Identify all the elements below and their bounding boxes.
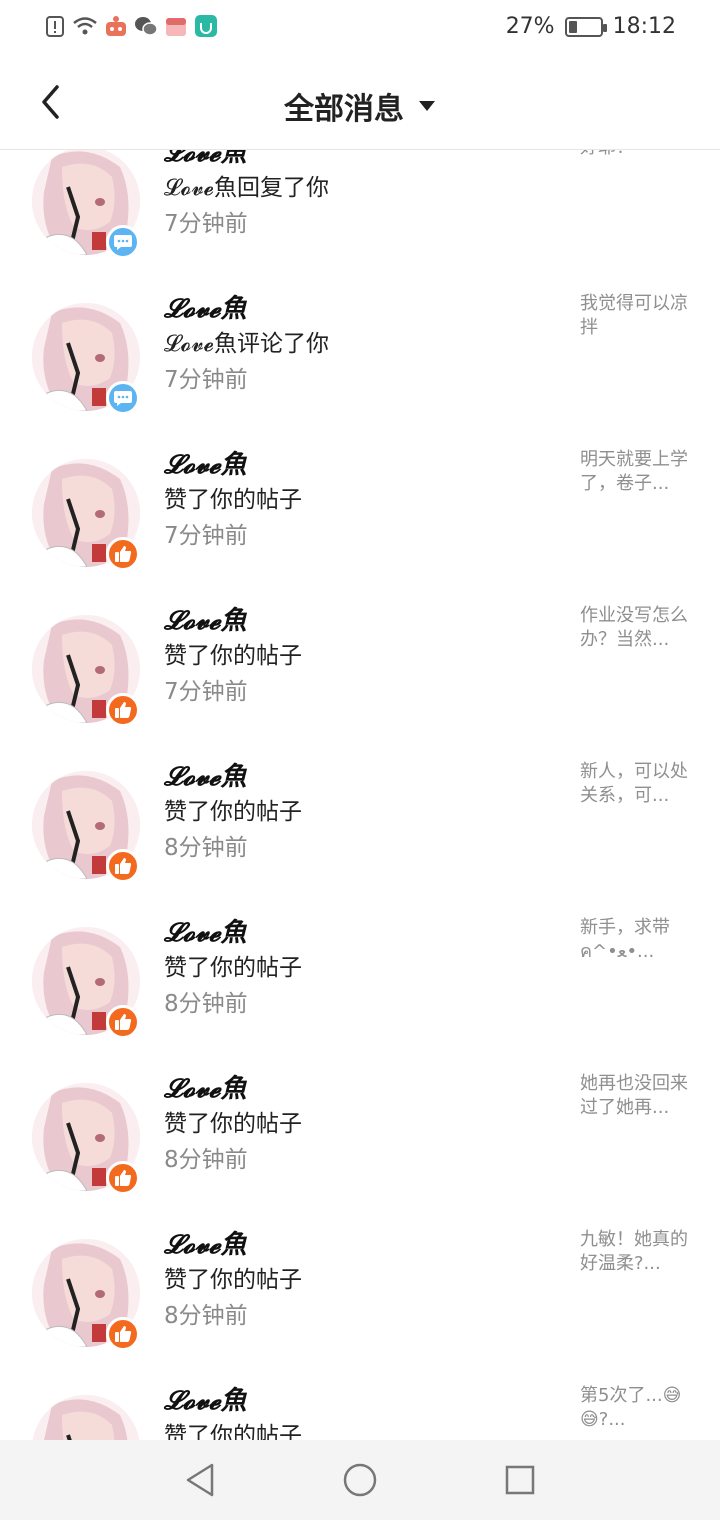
title-dropdown[interactable]: 全部消息: [0, 84, 720, 128]
timestamp: 8分钟前: [164, 1303, 248, 1329]
notification-action: 𝓛𝓸𝓿𝓮魚回复了你: [164, 175, 329, 201]
status-right: 27% 18:12: [506, 14, 676, 39]
mi-app-icon: [195, 15, 217, 37]
avatar-wrapper[interactable]: [32, 150, 140, 259]
thumbs-up-icon: [115, 702, 132, 718]
avatar-wrapper[interactable]: [32, 1083, 140, 1195]
avatar-wrapper[interactable]: [32, 615, 140, 727]
notification-item[interactable]: 𝓛𝓸𝓿𝓮魚 𝓛𝓸𝓿𝓮魚评论了你 7分钟前 我觉得可以凉拌: [0, 288, 720, 444]
post-preview[interactable]: 新人，可以处关系，可...: [580, 760, 692, 808]
battery-percent: 27%: [505, 14, 555, 39]
header: 全部消息: [0, 56, 720, 150]
anime-avatar-image: [32, 1395, 140, 1440]
caret-down-icon: [419, 101, 435, 111]
nav-home-button[interactable]: [340, 1460, 380, 1500]
post-preview[interactable]: 第5次了...😅😅?...: [580, 1384, 692, 1432]
avatar: [32, 1395, 140, 1440]
clock: 18:12: [612, 14, 676, 39]
timestamp: 8分钟前: [164, 991, 248, 1017]
avatar-wrapper[interactable]: [32, 771, 140, 883]
timestamp: 7分钟前: [164, 211, 248, 237]
comment-badge: [106, 225, 140, 259]
notification-item[interactable]: 𝓛𝓸𝓿𝓮魚赞了你的帖子 8分钟前 她再也没回来过了她再...: [0, 1068, 720, 1224]
notification-item[interactable]: 𝓛𝓸𝓿𝓮魚赞了你的帖子 第5次了...😅😅?...: [0, 1380, 720, 1440]
notification-action: 赞了你的帖子: [164, 955, 302, 981]
username[interactable]: 𝓛𝓸𝓿𝓮魚: [164, 600, 247, 637]
post-preview[interactable]: 她再也没回来过了她再...: [580, 1072, 692, 1120]
comment-bubble-icon: [114, 391, 132, 406]
wechat-icon: [135, 17, 158, 36]
battery-icon: [564, 16, 607, 37]
post-preview[interactable]: 九敏！她真的好温柔?...: [580, 1228, 692, 1276]
username[interactable]: 𝓛𝓸𝓿𝓮魚: [164, 1380, 247, 1417]
notification-list[interactable]: 𝓛𝓸𝓿𝓮魚𝓛𝓸𝓿𝓮魚回复了你7分钟前好耶！𝓛𝓸𝓿𝓮魚𝓛𝓸𝓿𝓮魚评论了你7分钟前我…: [0, 150, 720, 1440]
triangle-back-icon: [186, 1463, 214, 1497]
username[interactable]: 𝓛𝓸𝓿𝓮魚: [164, 1068, 247, 1105]
avatar-wrapper[interactable]: [32, 1395, 140, 1440]
notification-item[interactable]: 𝓛𝓸𝓿𝓮魚赞了你的帖子 7分钟前 明天就要上学了，卷子...: [0, 444, 720, 600]
avatar-wrapper[interactable]: [32, 303, 140, 415]
circle-home-icon: [343, 1463, 377, 1497]
app-notification-icon: [166, 18, 186, 36]
like-badge: [106, 693, 140, 727]
notification-item[interactable]: 𝓛𝓸𝓿𝓮魚赞了你的帖子 8分钟前 九敏！她真的好温柔?...: [0, 1224, 720, 1380]
thumbs-up-icon: [115, 1170, 132, 1186]
notification-item[interactable]: 𝓛𝓸𝓿𝓮魚 𝓛𝓸𝓿𝓮魚回复了你 7分钟前 好耶！: [0, 150, 720, 288]
like-badge: [106, 1317, 140, 1351]
wifi-icon: [73, 17, 97, 35]
app-notification-icon: [106, 16, 126, 36]
username[interactable]: 𝓛𝓸𝓿𝓮魚: [164, 288, 247, 325]
avatar-wrapper[interactable]: [32, 459, 140, 571]
timestamp: 8分钟前: [164, 835, 248, 861]
status-icons: [44, 14, 218, 38]
post-preview[interactable]: 好耶！: [580, 150, 692, 160]
post-preview[interactable]: 我觉得可以凉拌: [580, 292, 692, 340]
notification-item[interactable]: 𝓛𝓸𝓿𝓮魚赞了你的帖子 8分钟前 新手，求带ค^•ﻌ•...: [0, 912, 720, 1068]
username[interactable]: 𝓛𝓸𝓿𝓮魚: [164, 1224, 247, 1261]
like-badge: [106, 1005, 140, 1039]
timestamp: 7分钟前: [164, 679, 248, 705]
notification-item[interactable]: 𝓛𝓸𝓿𝓮魚赞了你的帖子 7分钟前 作业没写怎么办？当然...: [0, 600, 720, 756]
timestamp: 7分钟前: [164, 523, 248, 549]
nav-back-button[interactable]: [180, 1460, 220, 1500]
thumbs-up-icon: [115, 1326, 132, 1342]
like-badge: [106, 537, 140, 571]
notification-action: 赞了你的帖子: [164, 799, 302, 825]
comment-badge: [106, 381, 140, 415]
post-preview[interactable]: 新手，求带ค^•ﻌ•...: [580, 916, 692, 964]
nav-recents-button[interactable]: [500, 1460, 540, 1500]
username[interactable]: 𝓛𝓸𝓿𝓮魚: [164, 150, 247, 169]
notification-action: 赞了你的帖子: [164, 1423, 302, 1440]
username[interactable]: 𝓛𝓸𝓿𝓮魚: [164, 756, 247, 793]
avatar-wrapper[interactable]: [32, 1239, 140, 1351]
comment-bubble-icon: [114, 235, 132, 250]
post-preview[interactable]: 明天就要上学了，卷子...: [580, 448, 692, 496]
thumbs-up-icon: [115, 546, 132, 562]
thumbs-up-icon: [115, 1014, 132, 1030]
notification-action: 赞了你的帖子: [164, 643, 302, 669]
notification-action: 赞了你的帖子: [164, 1111, 302, 1137]
thumbs-up-icon: [115, 858, 132, 874]
notification-item[interactable]: 𝓛𝓸𝓿𝓮魚赞了你的帖子 8分钟前 新人，可以处关系，可...: [0, 756, 720, 912]
page-title: 全部消息: [284, 92, 404, 127]
notification-action: 赞了你的帖子: [164, 1267, 302, 1293]
username[interactable]: 𝓛𝓸𝓿𝓮魚: [164, 912, 247, 949]
like-badge: [106, 1161, 140, 1195]
notification-action: 赞了你的帖子: [164, 487, 302, 513]
status-bar: 27% 18:12: [0, 0, 720, 56]
square-recents-icon: [505, 1465, 535, 1495]
notification-action: 𝓛𝓸𝓿𝓮魚评论了你: [164, 331, 329, 357]
timestamp: 7分钟前: [164, 367, 248, 393]
navigation-bar: [0, 1440, 720, 1520]
timestamp: 8分钟前: [164, 1147, 248, 1173]
sim-alert-icon: [46, 16, 64, 37]
post-preview[interactable]: 作业没写怎么办？当然...: [580, 604, 692, 652]
avatar-wrapper[interactable]: [32, 927, 140, 1039]
like-badge: [106, 849, 140, 883]
username[interactable]: 𝓛𝓸𝓿𝓮魚: [164, 444, 247, 481]
